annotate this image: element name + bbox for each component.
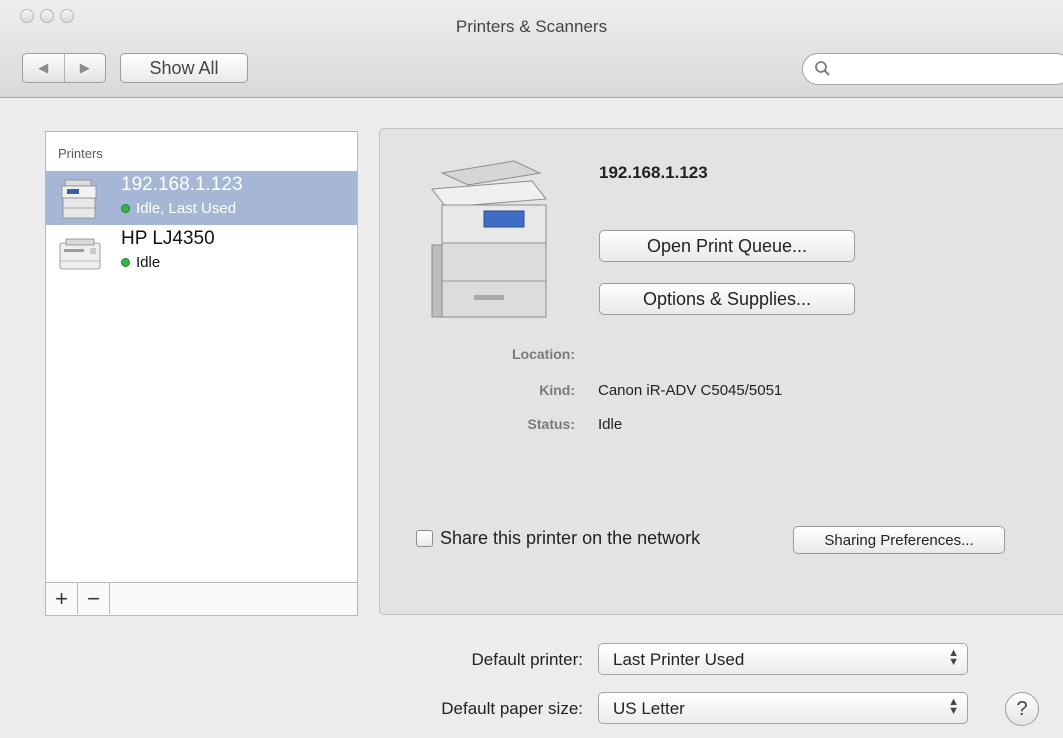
show-all-button[interactable]: Show All [120,53,248,83]
printer-large-icon [431,160,547,318]
kind-label: Kind: [539,382,575,398]
add-printer-button[interactable]: + [46,583,78,614]
multifunction-printer-icon [61,179,97,219]
default-paper-size-value: US Letter [613,699,685,718]
printer-name: 192.168.1.123 [121,174,243,195]
printers-list-footer: + − [46,582,357,615]
printer-list-item-192-168-1-123[interactable]: 192.168.1.123 Idle, Last Used [46,171,357,225]
status-indicator-icon [121,258,130,267]
share-printer-label[interactable]: Share this printer on the network [440,528,700,549]
search-field[interactable] [802,53,1063,85]
forward-button[interactable]: ▶ [65,54,106,82]
window-titlebar: Printers & Scanners ◀ ▶ Show All [0,0,1063,98]
printers-list-header: Printers [58,146,103,161]
up-down-arrows-icon: ▲ ▼ [948,696,959,717]
back-forward-control: ◀ ▶ [22,53,106,83]
status-indicator-icon [121,204,130,213]
remove-printer-button[interactable]: − [78,583,110,614]
printer-detail-panel: 192.168.1.123 Open Print Queue... Option… [379,128,1063,615]
printer-name: HP LJ4350 [121,228,215,249]
share-printer-checkbox[interactable] [416,530,433,547]
default-printer-select[interactable]: Last Printer Used ▲ ▼ [598,643,968,675]
options-supplies-button[interactable]: Options & Supplies... [599,283,855,315]
back-button[interactable]: ◀ [23,54,65,82]
laser-printer-icon [59,238,101,270]
printer-status: Idle, Last Used [136,200,237,217]
kind-value: Canon iR-ADV C5045/5051 [598,382,783,399]
location-label: Location: [512,346,575,362]
sharing-preferences-button[interactable]: Sharing Preferences... [793,526,1005,554]
selected-printer-title: 192.168.1.123 [599,163,708,182]
default-paper-size-label: Default paper size: [441,699,583,718]
printer-list-item-hp-lj4350[interactable]: HP LJ4350 Idle [46,225,357,279]
default-paper-size-select[interactable]: US Letter ▲ ▼ [598,692,968,724]
printer-status: Idle [136,254,161,271]
printers-list: Printers 192.168.1.123 Idle, Last Used H… [45,131,358,616]
open-print-queue-button[interactable]: Open Print Queue... [599,230,855,262]
up-down-arrows-icon: ▲ ▼ [948,647,959,668]
status-label: Status: [527,416,575,432]
window-title: Printers & Scanners [455,17,608,36]
default-printer-label: Default printer: [471,650,584,669]
default-printer-value: Last Printer Used [613,650,745,669]
help-button[interactable]: ? [1005,692,1039,726]
status-value: Idle [598,416,623,433]
search-input[interactable] [839,59,1063,81]
search-icon [815,61,830,76]
